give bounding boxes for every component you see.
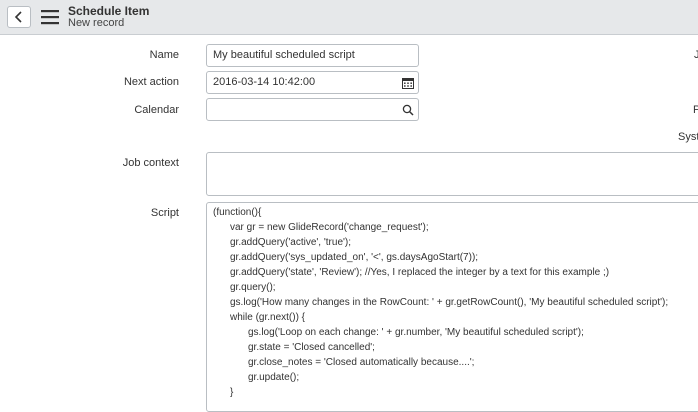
page-subtitle: New record [68,17,125,29]
job-context-field[interactable] [206,152,698,196]
chevron-left-icon [14,11,22,23]
calendar-picker-button[interactable] [397,71,419,94]
code-line: gr.addQuery('state', 'Review'); //Yes, I… [230,267,610,278]
calendar-icon [401,77,414,89]
form-header: Schedule Item New record [0,0,698,35]
code-line: gr.state = 'Closed cancelled'; [248,342,375,353]
script-label: Script [150,207,179,219]
script-editor[interactable]: (function(){ var gr = new GlideRecord('c… [206,202,698,412]
code-line: gr.close_notes = 'Closed automatically b… [248,357,475,368]
code-line: gr.update(); [248,372,300,383]
name-field[interactable]: My beautiful scheduled script [206,44,419,67]
code-line: gr.addQuery('active', 'true'); [230,237,352,248]
next-action-label: Next action [123,76,179,88]
code-line: var gr = new GlideRecord('change_request… [230,222,429,233]
right-column-label: P [693,104,698,116]
code-line: gs.log('Loop on each change: ' + gr.numb… [248,327,584,338]
page-title: Schedule Item [68,4,150,18]
search-icon [402,104,414,116]
job-context-label: Job context [122,157,179,169]
right-column-label: J [694,49,698,61]
right-column-label: Syst [678,131,698,143]
code-line: (function(){ [213,207,262,218]
code-line: gr.addQuery('sys_updated_on', '<', gs.da… [230,252,479,263]
hamburger-menu-icon[interactable] [41,9,59,25]
back-button[interactable] [7,6,31,28]
code-line: while (gr.next()) { [230,312,306,323]
name-label: Name [149,49,179,61]
code-line: gr.query(); [230,282,276,293]
calendar-label: Calendar [134,104,179,116]
code-line: } [230,387,234,398]
code-line: gs.log('How many changes in the RowCount… [230,297,669,308]
calendar-field[interactable] [206,98,398,121]
calendar-lookup-button[interactable] [397,98,419,121]
next-action-field[interactable]: 2016-03-14 10:42:00 [206,71,398,94]
